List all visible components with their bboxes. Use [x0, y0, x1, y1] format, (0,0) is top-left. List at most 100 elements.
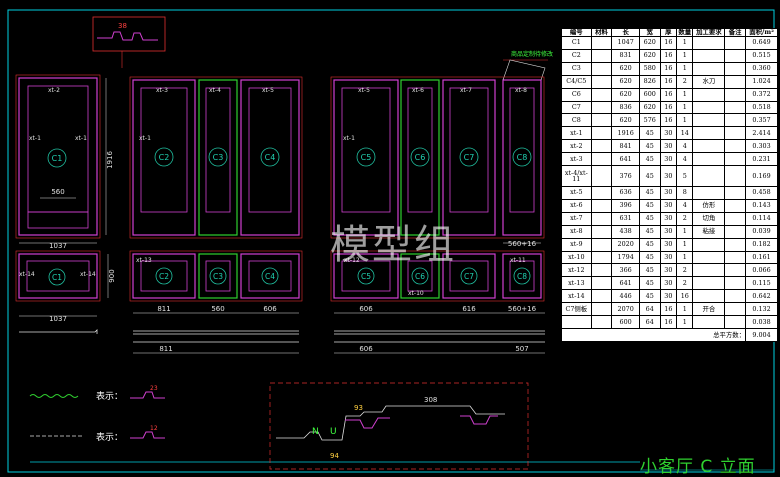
table-row: xt-9 2020 45 30 1 0.182	[561, 237, 778, 252]
table-cell: C3	[561, 61, 592, 76]
panel-inner-c3	[205, 87, 231, 213]
table-cell: xt-12	[561, 263, 592, 278]
table-cell	[724, 36, 747, 50]
table-cell	[724, 113, 747, 128]
table-cell: 4	[676, 152, 694, 167]
table-cell	[590, 315, 613, 329]
table-cell: 16	[659, 100, 678, 115]
table-cell	[724, 263, 747, 278]
table-row: xt-10 1794 45 30 1 0.161	[561, 250, 778, 265]
table-cell: 831	[611, 48, 640, 63]
table-cell	[692, 289, 726, 304]
section-marker-u: U	[330, 427, 337, 437]
table-cell: 8	[676, 186, 694, 200]
table-cell: 446	[611, 289, 640, 304]
table-cell	[692, 237, 726, 252]
table-cell	[692, 126, 726, 141]
table-cell	[692, 113, 726, 128]
table-cell: 30	[659, 186, 678, 200]
table-cell	[692, 48, 726, 63]
table-cell: 开合	[692, 302, 726, 317]
table-cell	[692, 36, 726, 50]
table-cell: 576	[638, 113, 661, 128]
table-cell: 水刀	[692, 74, 726, 89]
table-cell: C6	[561, 87, 592, 102]
table-cell: 16	[659, 315, 678, 329]
small-tag-c7: C7	[464, 272, 474, 281]
table-cell	[724, 61, 747, 76]
table-cell: xt-14	[561, 289, 592, 304]
table-cell: 0.231	[745, 152, 778, 167]
table-cell: 45	[638, 126, 661, 141]
table-cell: 30	[659, 211, 678, 226]
part-label-3: xt-4	[209, 87, 221, 94]
table-cell: 1	[676, 100, 694, 115]
section-detail-profile	[276, 405, 505, 441]
table-cell: 641	[611, 152, 640, 167]
table-cell: 45	[638, 276, 661, 291]
table-cell: 0.182	[745, 237, 778, 252]
part-label-5: xt-5	[358, 87, 370, 94]
table-row: xt-4/xt-11 376 45 30 5 0.169	[561, 165, 778, 188]
table-cell	[692, 250, 726, 265]
table-cell: 1047	[611, 36, 640, 50]
table-row: C7 836 620 16 1 0.518	[561, 100, 778, 115]
part-label-4: xt-5	[262, 87, 274, 94]
dim-1916: 1916	[106, 151, 114, 169]
legend-profile-2	[130, 431, 165, 439]
table-cell	[692, 139, 726, 154]
table-cell: 366	[611, 263, 640, 278]
table-cell: 0.372	[745, 87, 778, 102]
section-detail-box	[269, 382, 529, 470]
table-cell: 30	[659, 289, 678, 304]
table-cell: 0.360	[745, 61, 778, 76]
table-cell	[590, 263, 613, 278]
tag-c7: C7	[464, 153, 475, 162]
table-cell: 620	[611, 87, 640, 102]
table-cell	[590, 139, 613, 154]
part-label-18: xt-11	[510, 257, 526, 264]
table-cell	[590, 100, 613, 115]
table-cell	[692, 100, 726, 115]
table-cell: 30	[659, 126, 678, 141]
table-cell	[590, 152, 613, 167]
table-cell: 438	[611, 224, 640, 239]
small-tags	[48, 267, 531, 286]
table-cell	[724, 126, 747, 141]
section-detail: 308 93 94 N U	[269, 382, 529, 470]
section-strip-4	[334, 330, 545, 335]
dimension-texts: 1037 1037 560 811 560 606 811 606 606 61…	[49, 151, 537, 353]
small-tag-c2: C2	[159, 272, 169, 281]
table-cell	[590, 48, 613, 63]
table-cell	[724, 289, 747, 304]
table-cell: 16	[676, 289, 694, 304]
table-cell: 16	[659, 36, 678, 50]
table-cell: xt-10	[561, 250, 592, 265]
table-cell	[590, 289, 613, 304]
legend-wave-line	[29, 394, 79, 398]
dim-606a: 606	[263, 305, 277, 313]
table-cell	[724, 152, 747, 167]
panel-rail-c1	[27, 211, 89, 229]
table-cell: 45	[638, 263, 661, 278]
dim-560-16a: 560+16	[508, 305, 537, 313]
table-cell: 45	[638, 237, 661, 252]
table-cell: 0.132	[745, 302, 778, 317]
legend: 表示： 表示： 23 12	[29, 385, 165, 443]
table-cell: 0.642	[745, 289, 778, 304]
table-row: C7侧板 2070 64 16 1 开合 0.132	[561, 302, 778, 317]
tag-c8: C8	[517, 153, 528, 162]
table-cell: 16	[659, 87, 678, 102]
legend-profile-1	[130, 391, 165, 399]
material-schedule-table: 编号 材料 长 宽 厚 数量 加工要求 备注 面积/m² C1 1047 620 16…	[560, 28, 778, 342]
dim-616: 616	[462, 305, 476, 313]
part-label-14: xt-14	[80, 271, 96, 278]
table-cell: 4	[676, 139, 694, 154]
table-cell: 396	[611, 198, 640, 213]
table-cell: 1	[676, 250, 694, 265]
table-cell: 30	[659, 250, 678, 265]
dim-560b: 560	[211, 305, 224, 313]
table-cell: 2	[676, 211, 694, 226]
table-cell: C4/C5	[561, 74, 592, 89]
table-cell: xt-9	[561, 237, 592, 252]
